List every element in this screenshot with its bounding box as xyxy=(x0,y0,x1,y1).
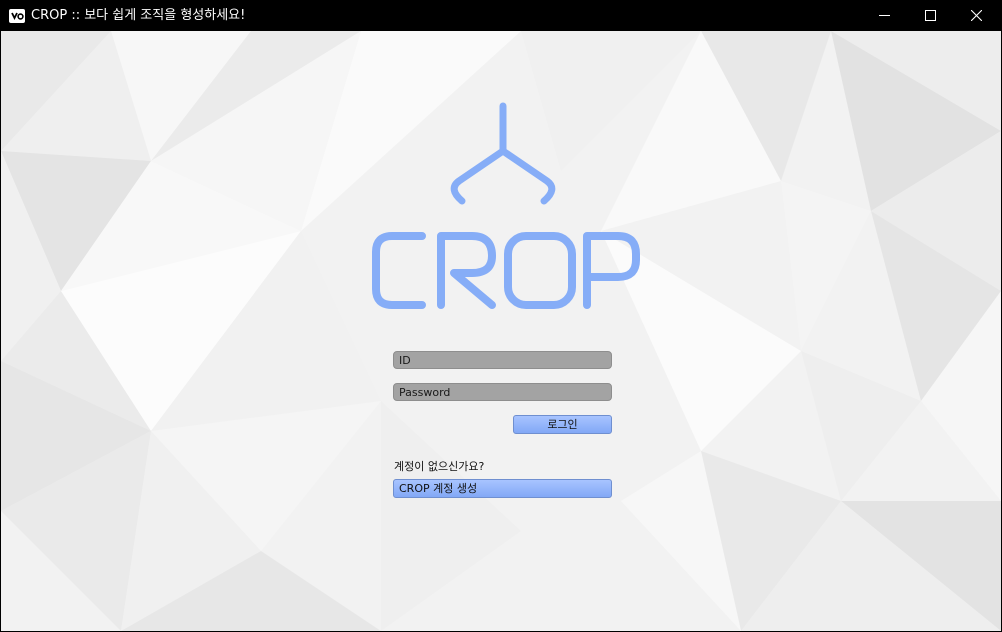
crop-logo xyxy=(372,102,640,309)
maximize-button[interactable] xyxy=(908,0,954,31)
claw-hook-icon xyxy=(450,102,556,205)
login-button[interactable]: 로그인 xyxy=(513,415,612,434)
no-account-prompt: 계정이 없으신가요? xyxy=(394,460,485,473)
title-bar[interactable]: CROP :: 보다 쉽게 조직을 형성하세요! xyxy=(0,0,1002,31)
create-account-button[interactable]: CROP 계정 생성 xyxy=(393,479,612,498)
maximize-icon xyxy=(925,10,936,21)
app-icon xyxy=(8,7,26,25)
window-frame-left xyxy=(0,31,1,632)
close-icon xyxy=(971,10,982,21)
crop-logo-text xyxy=(372,232,640,309)
minimize-button[interactable] xyxy=(862,0,908,31)
id-input[interactable] xyxy=(393,351,612,369)
password-input[interactable] xyxy=(393,383,612,401)
window-title: CROP :: 보다 쉽게 조직을 형성하세요! xyxy=(31,8,246,23)
minimize-icon xyxy=(879,15,890,16)
login-window-content: 로그인 계정이 없으신가요? CROP 계정 생성 xyxy=(1,31,1001,631)
close-button[interactable] xyxy=(954,0,1000,31)
